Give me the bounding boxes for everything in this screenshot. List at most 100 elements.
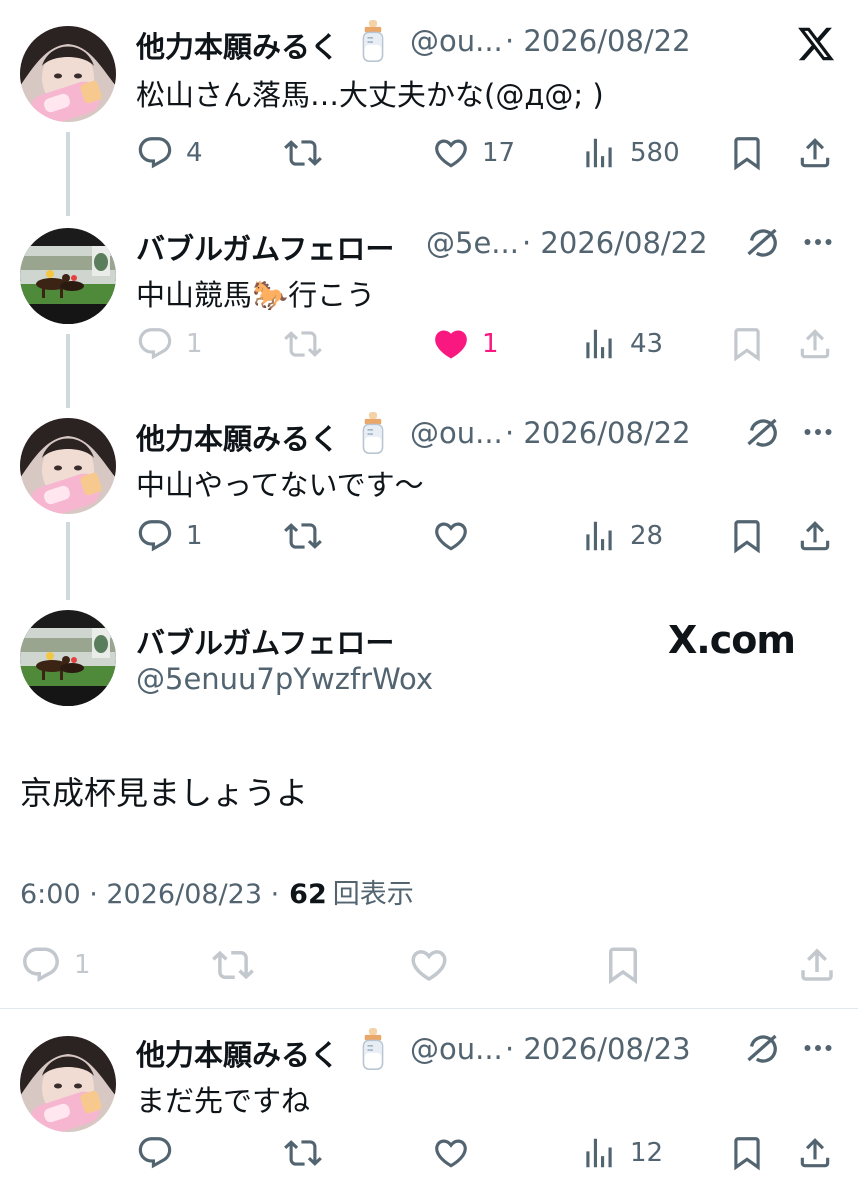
like-button[interactable] [432, 517, 470, 555]
like-button[interactable] [432, 1134, 470, 1172]
baby-bottle-icon [356, 20, 390, 64]
share-button[interactable] [796, 325, 834, 363]
more-button[interactable] [800, 224, 836, 260]
like-count: 1 [482, 329, 499, 359]
avatar[interactable] [20, 26, 116, 122]
display-name[interactable]: 他力本願みるく [136, 1032, 339, 1074]
baby-bottle-icon [356, 412, 390, 456]
views-button[interactable]: 28 [580, 517, 663, 555]
like-button[interactable]: 1 [432, 325, 499, 363]
more-button[interactable] [800, 414, 836, 450]
views-button[interactable]: 12 [580, 1134, 663, 1172]
retweet-icon [284, 134, 322, 172]
avatar[interactable] [20, 1036, 116, 1132]
avatar[interactable] [20, 228, 116, 324]
handle[interactable]: @ou... [410, 24, 503, 58]
retweet-button[interactable] [284, 1134, 322, 1172]
bookmark-icon [728, 1134, 766, 1172]
retweet-button[interactable] [284, 134, 322, 172]
share-button[interactable] [796, 1134, 834, 1172]
reply-icon [136, 517, 174, 555]
more-icon [800, 224, 836, 260]
share-icon [796, 944, 838, 986]
like-button[interactable]: 17 [432, 134, 515, 172]
like-count: 17 [482, 138, 516, 168]
timestamp[interactable]: · 2026/08/22 [505, 416, 691, 450]
more-button[interactable] [800, 1030, 836, 1066]
avatar[interactable] [20, 418, 116, 514]
tweet-text: 中山競馬🐎行こう [136, 278, 376, 312]
display-name[interactable]: 他力本願みるく [136, 416, 339, 458]
tweet-text: 松山さん落馬…大丈夫かな(@д@; ) [136, 78, 604, 112]
more-icon [800, 414, 836, 450]
bookmark-icon [602, 944, 644, 986]
retweet-icon [284, 517, 322, 555]
reply-button[interactable]: 1 [20, 944, 91, 986]
tweet-text: まだ先ですね [136, 1084, 311, 1118]
retweet-button[interactable] [212, 944, 254, 986]
view-count: 12 [630, 1138, 664, 1168]
view-count: 43 [630, 329, 664, 359]
tweet-text: 京成杯見ましょうよ [20, 774, 309, 812]
tweet-text: 中山やってないです〜 [136, 468, 424, 502]
reply-button[interactable]: 1 [136, 325, 203, 363]
grok-icon [744, 224, 780, 260]
handle[interactable]: @5e... [426, 226, 519, 260]
handle[interactable]: @ou... [410, 1032, 503, 1066]
retweet-icon [212, 944, 254, 986]
baby-bottle-icon [356, 1028, 390, 1072]
share-button[interactable] [796, 517, 834, 555]
bookmark-icon [728, 517, 766, 555]
views-button[interactable]: 43 [580, 325, 663, 363]
display-name[interactable]: バブルガムフェロー [136, 226, 394, 268]
thread-line [66, 132, 70, 216]
grok-button[interactable] [744, 414, 780, 450]
brand-label: X.com [668, 618, 796, 662]
timestamp[interactable]: 6:00 · 2026/08/23 · [20, 879, 279, 910]
bookmark-button[interactable] [728, 325, 766, 363]
bookmark-button[interactable] [728, 517, 766, 555]
views-button[interactable]: 580 [580, 134, 680, 172]
reply-button[interactable]: 4 [136, 134, 203, 172]
retweet-button[interactable] [284, 517, 322, 555]
reply-button[interactable]: 1 [136, 517, 203, 555]
timestamp[interactable]: · 2026/08/22 [505, 24, 691, 58]
grok-button[interactable] [744, 1030, 780, 1066]
grok-icon [744, 1030, 780, 1066]
retweet-icon [284, 325, 322, 363]
bookmark-button[interactable] [728, 1134, 766, 1172]
views-icon [580, 134, 618, 172]
heart-icon [432, 134, 470, 172]
like-button[interactable] [408, 944, 450, 986]
heart-filled-icon [432, 325, 470, 363]
more-icon [800, 1030, 836, 1066]
thread-line [66, 334, 70, 408]
bookmark-button[interactable] [602, 944, 644, 986]
heart-icon [408, 944, 450, 986]
display-name[interactable]: バブルガムフェロー [136, 620, 394, 662]
retweet-button[interactable] [284, 325, 322, 363]
display-name[interactable]: 他力本願みるく [136, 24, 339, 66]
views-icon [580, 517, 618, 555]
share-button[interactable] [796, 134, 834, 172]
share-icon [796, 1134, 834, 1172]
bookmark-icon [728, 134, 766, 172]
retweet-icon [284, 1134, 322, 1172]
view-count: 580 [630, 138, 680, 168]
share-button[interactable] [796, 944, 838, 986]
avatar[interactable] [20, 610, 116, 706]
grok-icon [744, 414, 780, 450]
bookmark-button[interactable] [728, 134, 766, 172]
tweet-meta: 6:00 · 2026/08/23 · 62 回表示 [20, 872, 414, 911]
reply-button[interactable] [136, 1134, 174, 1172]
handle[interactable]: @5enuu7pYwzfrWox [136, 662, 433, 696]
reply-count: 1 [186, 521, 203, 551]
grok-button[interactable] [744, 224, 780, 260]
reply-icon [136, 1134, 174, 1172]
handle[interactable]: @ou... [410, 416, 503, 450]
views-label: 回表示 [332, 879, 414, 910]
share-icon [796, 325, 834, 363]
reply-icon [136, 325, 174, 363]
timestamp[interactable]: · 2026/08/22 [522, 226, 708, 260]
timestamp[interactable]: · 2026/08/23 [505, 1032, 691, 1066]
